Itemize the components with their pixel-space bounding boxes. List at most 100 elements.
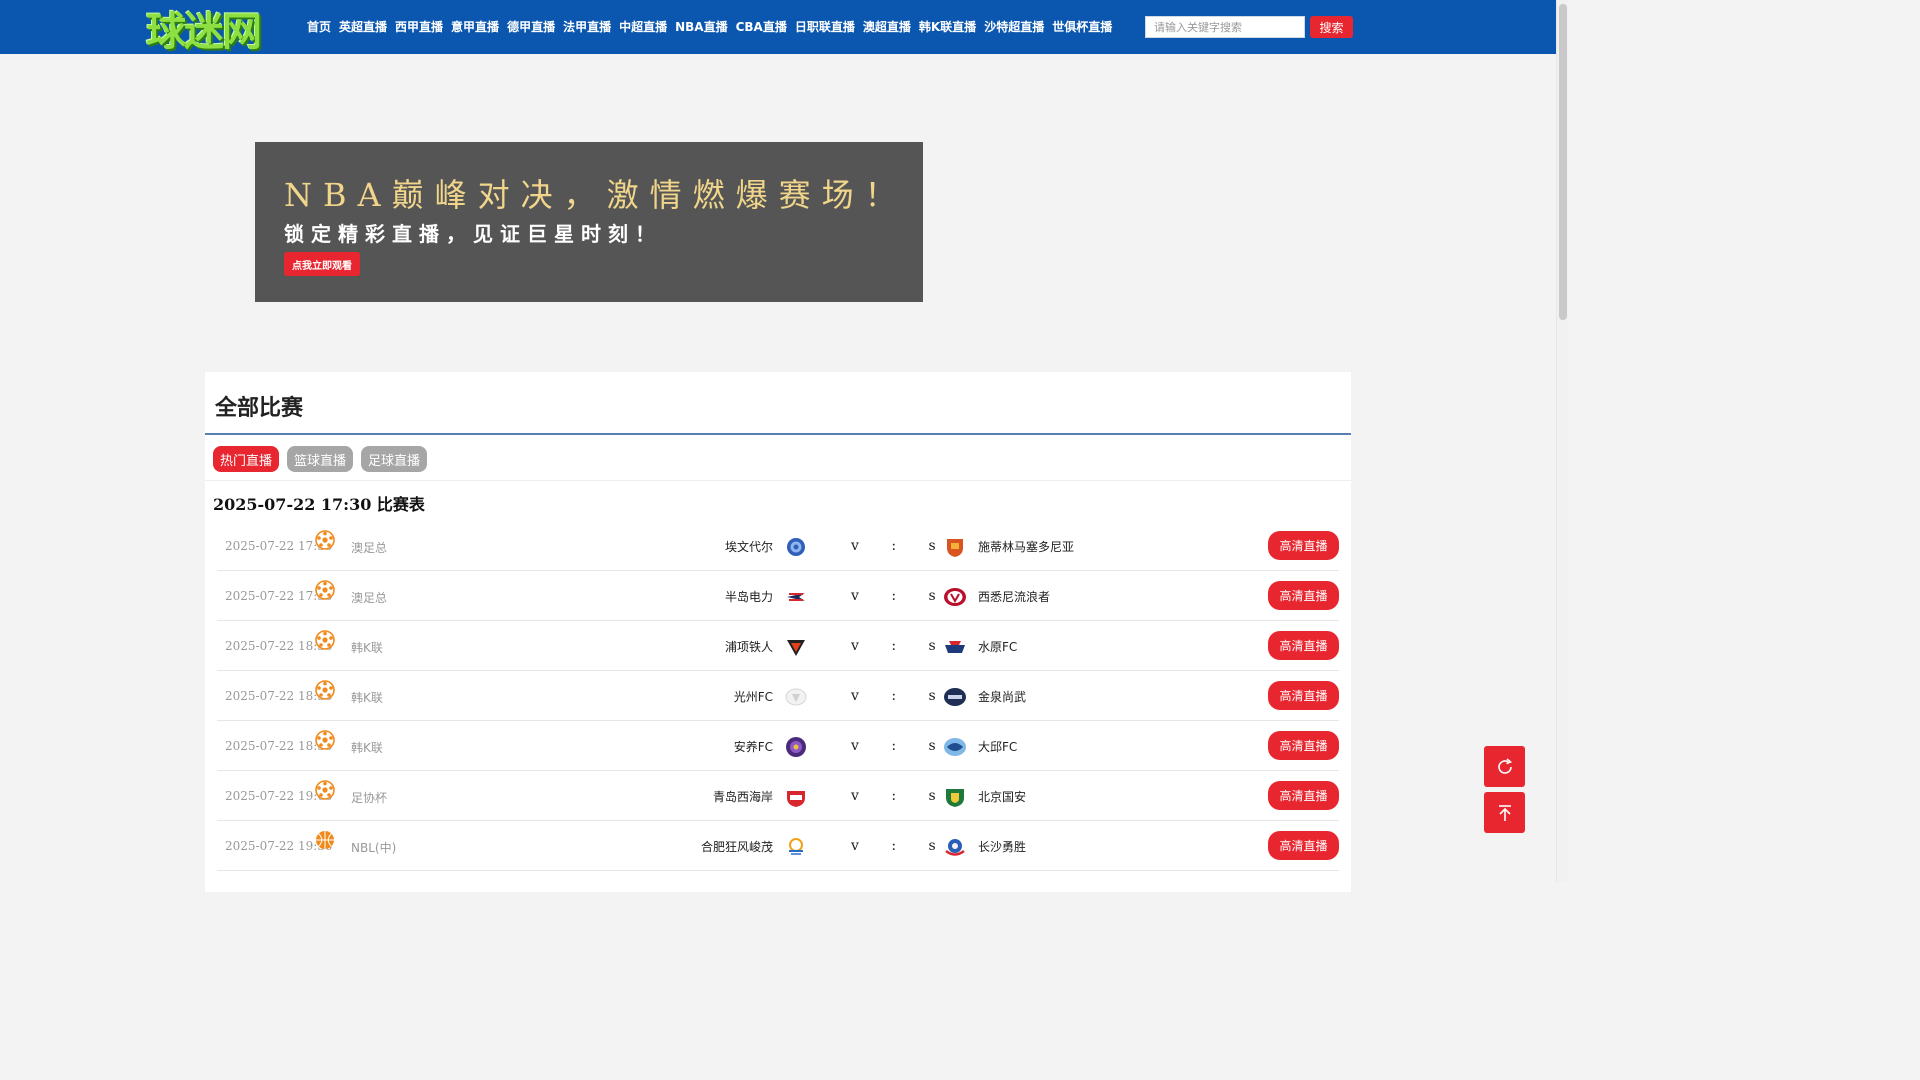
nav-item-epl[interactable]: 英超直播 [339,18,387,35]
tab-hot[interactable]: 热门直播 [213,446,280,472]
away-team-logo-icon [945,839,965,856]
banner-subheadline: 锁定精彩直播，见证巨星时刻！ [284,222,662,246]
match-row: 2025-07-22 18:30 韩K联 光州FC v : s 金泉尚武 高清直… [217,671,1339,721]
match-score: v : s [851,738,950,754]
home-team-name: 合肥狂风峻茂 [700,840,773,854]
nav-item-bundesliga[interactable]: 德甲直播 [507,18,555,35]
hd-live-button[interactable]: 高清直播 [1268,731,1339,760]
site-logo[interactable]: 球迷网 [146,4,296,55]
match-league: 韩K联 [351,691,383,705]
home-team-name: 浦项铁人 [724,640,773,654]
tab-soccer[interactable]: 足球直播 [361,446,428,472]
home-team-name: 青岛西海岸 [712,790,773,804]
match-score: v : s [851,688,950,704]
match-league: 韩K联 [351,641,383,655]
nav-item-saudi[interactable]: 沙特超直播 [984,18,1044,35]
nav-item-ligue1[interactable]: 法甲直播 [563,18,611,35]
match-league: 足协杯 [351,791,388,805]
match-league: 澳足总 [351,541,388,555]
hd-live-button[interactable]: 高清直播 [1268,681,1339,710]
match-row: 2025-07-22 17:30 澳足总 半岛电力 v : s 西悉尼流浪者 高… [217,571,1339,621]
banner-headline: NBA巅峰对决，激情燃爆赛场！ [284,176,908,214]
basketball-icon [316,831,334,849]
home-team-name: 光州FC [733,690,773,704]
promo-banner[interactable]: NBA巅峰对决，激情燃爆赛场！ 锁定精彩直播，见证巨星时刻！ 点我立即观看 [255,142,923,302]
scrollbar-thumb[interactable] [1559,4,1567,320]
match-row: 2025-07-22 17:30 澳足总 埃文代尔 v : s 施蒂林马塞多尼亚… [217,521,1339,571]
home-team-logo-icon [786,737,806,757]
schedule-title: 2025-07-22 17:30 比赛表 [213,495,425,514]
back-to-top-button[interactable] [1484,792,1525,833]
match-league: 韩K联 [351,741,383,755]
soccer-ball-icon [315,630,335,650]
away-team-name: 大邱FC [978,740,1018,754]
nav-item-cba[interactable]: CBA直播 [736,18,787,35]
banner-watch-button[interactable]: 点我立即观看 [284,252,360,276]
match-league: NBL(中) [351,841,397,855]
refresh-button[interactable] [1484,746,1525,787]
away-team-logo-icon [947,539,963,557]
hd-live-button[interactable]: 高清直播 [1268,831,1339,860]
tab-basketball[interactable]: 篮球直播 [287,446,354,472]
home-team-name: 半岛电力 [724,590,773,604]
main-nav: 首页 英超直播 西甲直播 意甲直播 德甲直播 法甲直播 中超直播 NBA直播 C… [307,18,1120,35]
home-team-name: 安养FC [733,740,773,754]
match-row: 2025-07-22 18:30 韩K联 安养FC v : s 大邱FC 高清直… [217,721,1339,771]
match-score: v : s [851,838,950,854]
page-title: 全部比赛 [215,396,304,421]
match-row: 2025-07-22 19:00 足协杯 青岛西海岸 v : s 北京国安 高清… [217,771,1339,821]
soccer-ball-icon [315,680,335,700]
home-team-logo-icon [787,640,805,656]
nav-item-aleague[interactable]: 澳超直播 [863,18,911,35]
away-team-name: 北京国安 [978,790,1027,804]
page-scrollbar[interactable] [1556,0,1568,882]
away-team-name: 长沙勇胜 [978,840,1027,854]
match-league: 澳足总 [351,591,388,605]
search-button[interactable]: 搜索 [1310,16,1353,38]
title-divider [205,433,1351,435]
away-team-logo-icon [944,688,966,706]
nav-item-nba[interactable]: NBA直播 [675,18,727,35]
hd-live-button[interactable]: 高清直播 [1268,531,1339,560]
hd-live-button[interactable]: 高清直播 [1268,581,1339,610]
match-score: v : s [851,538,950,554]
nav-item-seriea[interactable]: 意甲直播 [451,18,499,35]
match-list: 2025-07-22 17:30 澳足总 埃文代尔 v : s 施蒂林马塞多尼亚… [217,521,1339,871]
nav-item-kleague[interactable]: 韩K联直播 [919,18,976,35]
match-score: v : s [851,588,950,604]
home-team-name: 埃文代尔 [724,540,773,554]
away-team-name: 金泉尚武 [978,690,1027,704]
category-tabs: 热门直播 篮球直播 足球直播 [213,446,435,472]
away-team-name: 水原FC [978,640,1018,654]
soccer-ball-icon [315,580,335,600]
away-team-logo-icon [944,588,966,606]
hd-live-button[interactable]: 高清直播 [1268,781,1339,810]
home-team-logo-icon [785,688,807,706]
hd-live-button[interactable]: 高清直播 [1268,631,1339,660]
match-score: v : s [851,788,950,804]
nav-item-jleague[interactable]: 日职联直播 [795,18,855,35]
soccer-ball-icon [315,530,335,550]
away-team-logo-icon [944,738,966,756]
nav-item-csl[interactable]: 中超直播 [619,18,667,35]
nav-item-club-world-cup[interactable]: 世俱杯直播 [1052,18,1112,35]
site-header: 球迷网 首页 英超直播 西甲直播 意甲直播 德甲直播 法甲直播 中超直播 NBA… [0,0,1556,55]
logo-text: 球迷网 [146,9,262,55]
home-team-logo-icon [787,538,805,556]
away-team-logo-icon [946,789,964,807]
match-score: v : s [851,638,950,654]
match-row: 2025-07-22 19:30 NBL(中) 合肥狂风峻茂 v : s 长沙勇… [217,821,1339,871]
back-to-top-icon [1498,804,1511,821]
soccer-ball-icon [315,730,335,750]
match-row: 2025-07-22 18:30 韩K联 浦项铁人 v : s 水原FC 高清直… [217,621,1339,671]
nav-item-home[interactable]: 首页 [307,18,331,35]
home-team-logo-icon [787,791,805,807]
matches-panel: 全部比赛 热门直播 篮球直播 足球直播 2025-07-22 17:30 比赛表… [205,372,1351,892]
refresh-icon [1497,757,1512,774]
tabs-divider [205,480,1351,481]
away-team-name: 施蒂林马塞多尼亚 [978,540,1075,554]
home-team-logo-icon [789,838,803,855]
search-input[interactable] [1145,16,1305,38]
home-team-logo-icon [787,593,805,601]
nav-item-laliga[interactable]: 西甲直播 [395,18,443,35]
